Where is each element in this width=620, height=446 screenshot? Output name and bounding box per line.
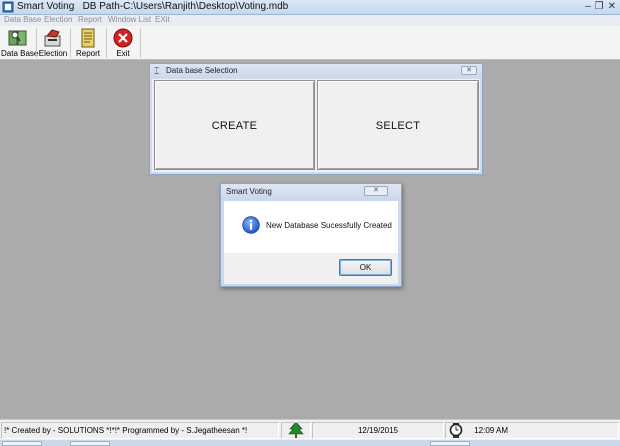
taskbar-strip (0, 440, 620, 446)
info-icon (242, 216, 260, 234)
menu-item-exit[interactable]: EXit (155, 15, 170, 24)
database-selection-titlebar[interactable]: ⌶ Data base Selection ✕ (150, 64, 482, 78)
close-icon[interactable]: ✕ (608, 1, 616, 12)
database-book-icon (8, 30, 27, 46)
exit-icon (113, 28, 133, 48)
report-icon (81, 28, 95, 48)
minimize-icon[interactable]: – (585, 1, 591, 12)
select-button[interactable]: SELECT (317, 80, 479, 170)
clock-icon (449, 423, 463, 438)
window-controls: – ❐ ✕ (585, 1, 616, 12)
menu-bar: Data Base Election Report Window List EX… (0, 15, 620, 26)
tree-icon (288, 423, 304, 438)
menu-item-window-list[interactable]: Window List (108, 15, 151, 24)
message-content: New Database Sucessfully Created (224, 201, 398, 253)
status-date: 12/19/2015 (312, 422, 444, 439)
exit-button[interactable]: Exit (107, 26, 139, 60)
status-bar: !* Created by - SOLUTIONS *!*!* Programm… (0, 419, 620, 440)
message-dialog-title: Smart Voting (226, 187, 272, 196)
database-selection-window: ⌶ Data base Selection ✕ CREATE SELECT (149, 63, 483, 175)
toolbar-separator (140, 28, 141, 58)
message-dialog: Smart Voting ✕ New Database Sucessfully … (220, 183, 402, 287)
title-bar: Smart Voting DB Path-C:\Users\Ranjith\De… (0, 0, 620, 15)
election-button-label: Election (38, 49, 68, 58)
menu-item-report[interactable]: Report (78, 15, 102, 24)
taskbar-item[interactable] (70, 441, 110, 446)
database-button-label: Data Base (1, 49, 39, 58)
taskbar-item[interactable] (430, 441, 470, 446)
database-button[interactable]: Data Base (1, 26, 39, 60)
database-selection-title: Data base Selection (166, 66, 238, 75)
create-button[interactable]: CREATE (154, 80, 315, 170)
status-credits: !* Created by - SOLUTIONS *!*!* Programm… (1, 422, 279, 439)
message-footer: OK (224, 253, 398, 284)
message-dialog-titlebar[interactable]: Smart Voting ✕ (221, 184, 401, 200)
close-icon[interactable]: ✕ (461, 66, 477, 75)
exit-button-label: Exit (116, 49, 130, 58)
ok-button[interactable]: OK (339, 259, 392, 276)
menu-item-election[interactable]: Election (44, 15, 72, 24)
report-button[interactable]: Report (71, 26, 105, 60)
status-time: 12:09 AM (474, 426, 509, 435)
window-icon: ⌶ (154, 66, 160, 76)
database-selection-body: CREATE SELECT (152, 79, 480, 172)
report-button-label: Report (75, 49, 100, 58)
status-time-panel: 12:09 AM (445, 422, 619, 439)
close-icon[interactable]: ✕ (364, 186, 388, 196)
election-icon (44, 29, 61, 47)
menu-item-database[interactable]: Data Base (4, 15, 41, 24)
taskbar-item[interactable] (2, 441, 42, 446)
status-tree-panel (281, 422, 311, 439)
app-icon (2, 1, 14, 13)
election-button[interactable]: Election (37, 26, 69, 60)
toolbar: Data Base Election Report Exit (0, 26, 620, 60)
message-text: New Database Sucessfully Created (266, 221, 392, 230)
window-title: Smart Voting DB Path-C:\Users\Ranjith\De… (17, 1, 289, 12)
maximize-icon[interactable]: ❐ (595, 1, 604, 12)
